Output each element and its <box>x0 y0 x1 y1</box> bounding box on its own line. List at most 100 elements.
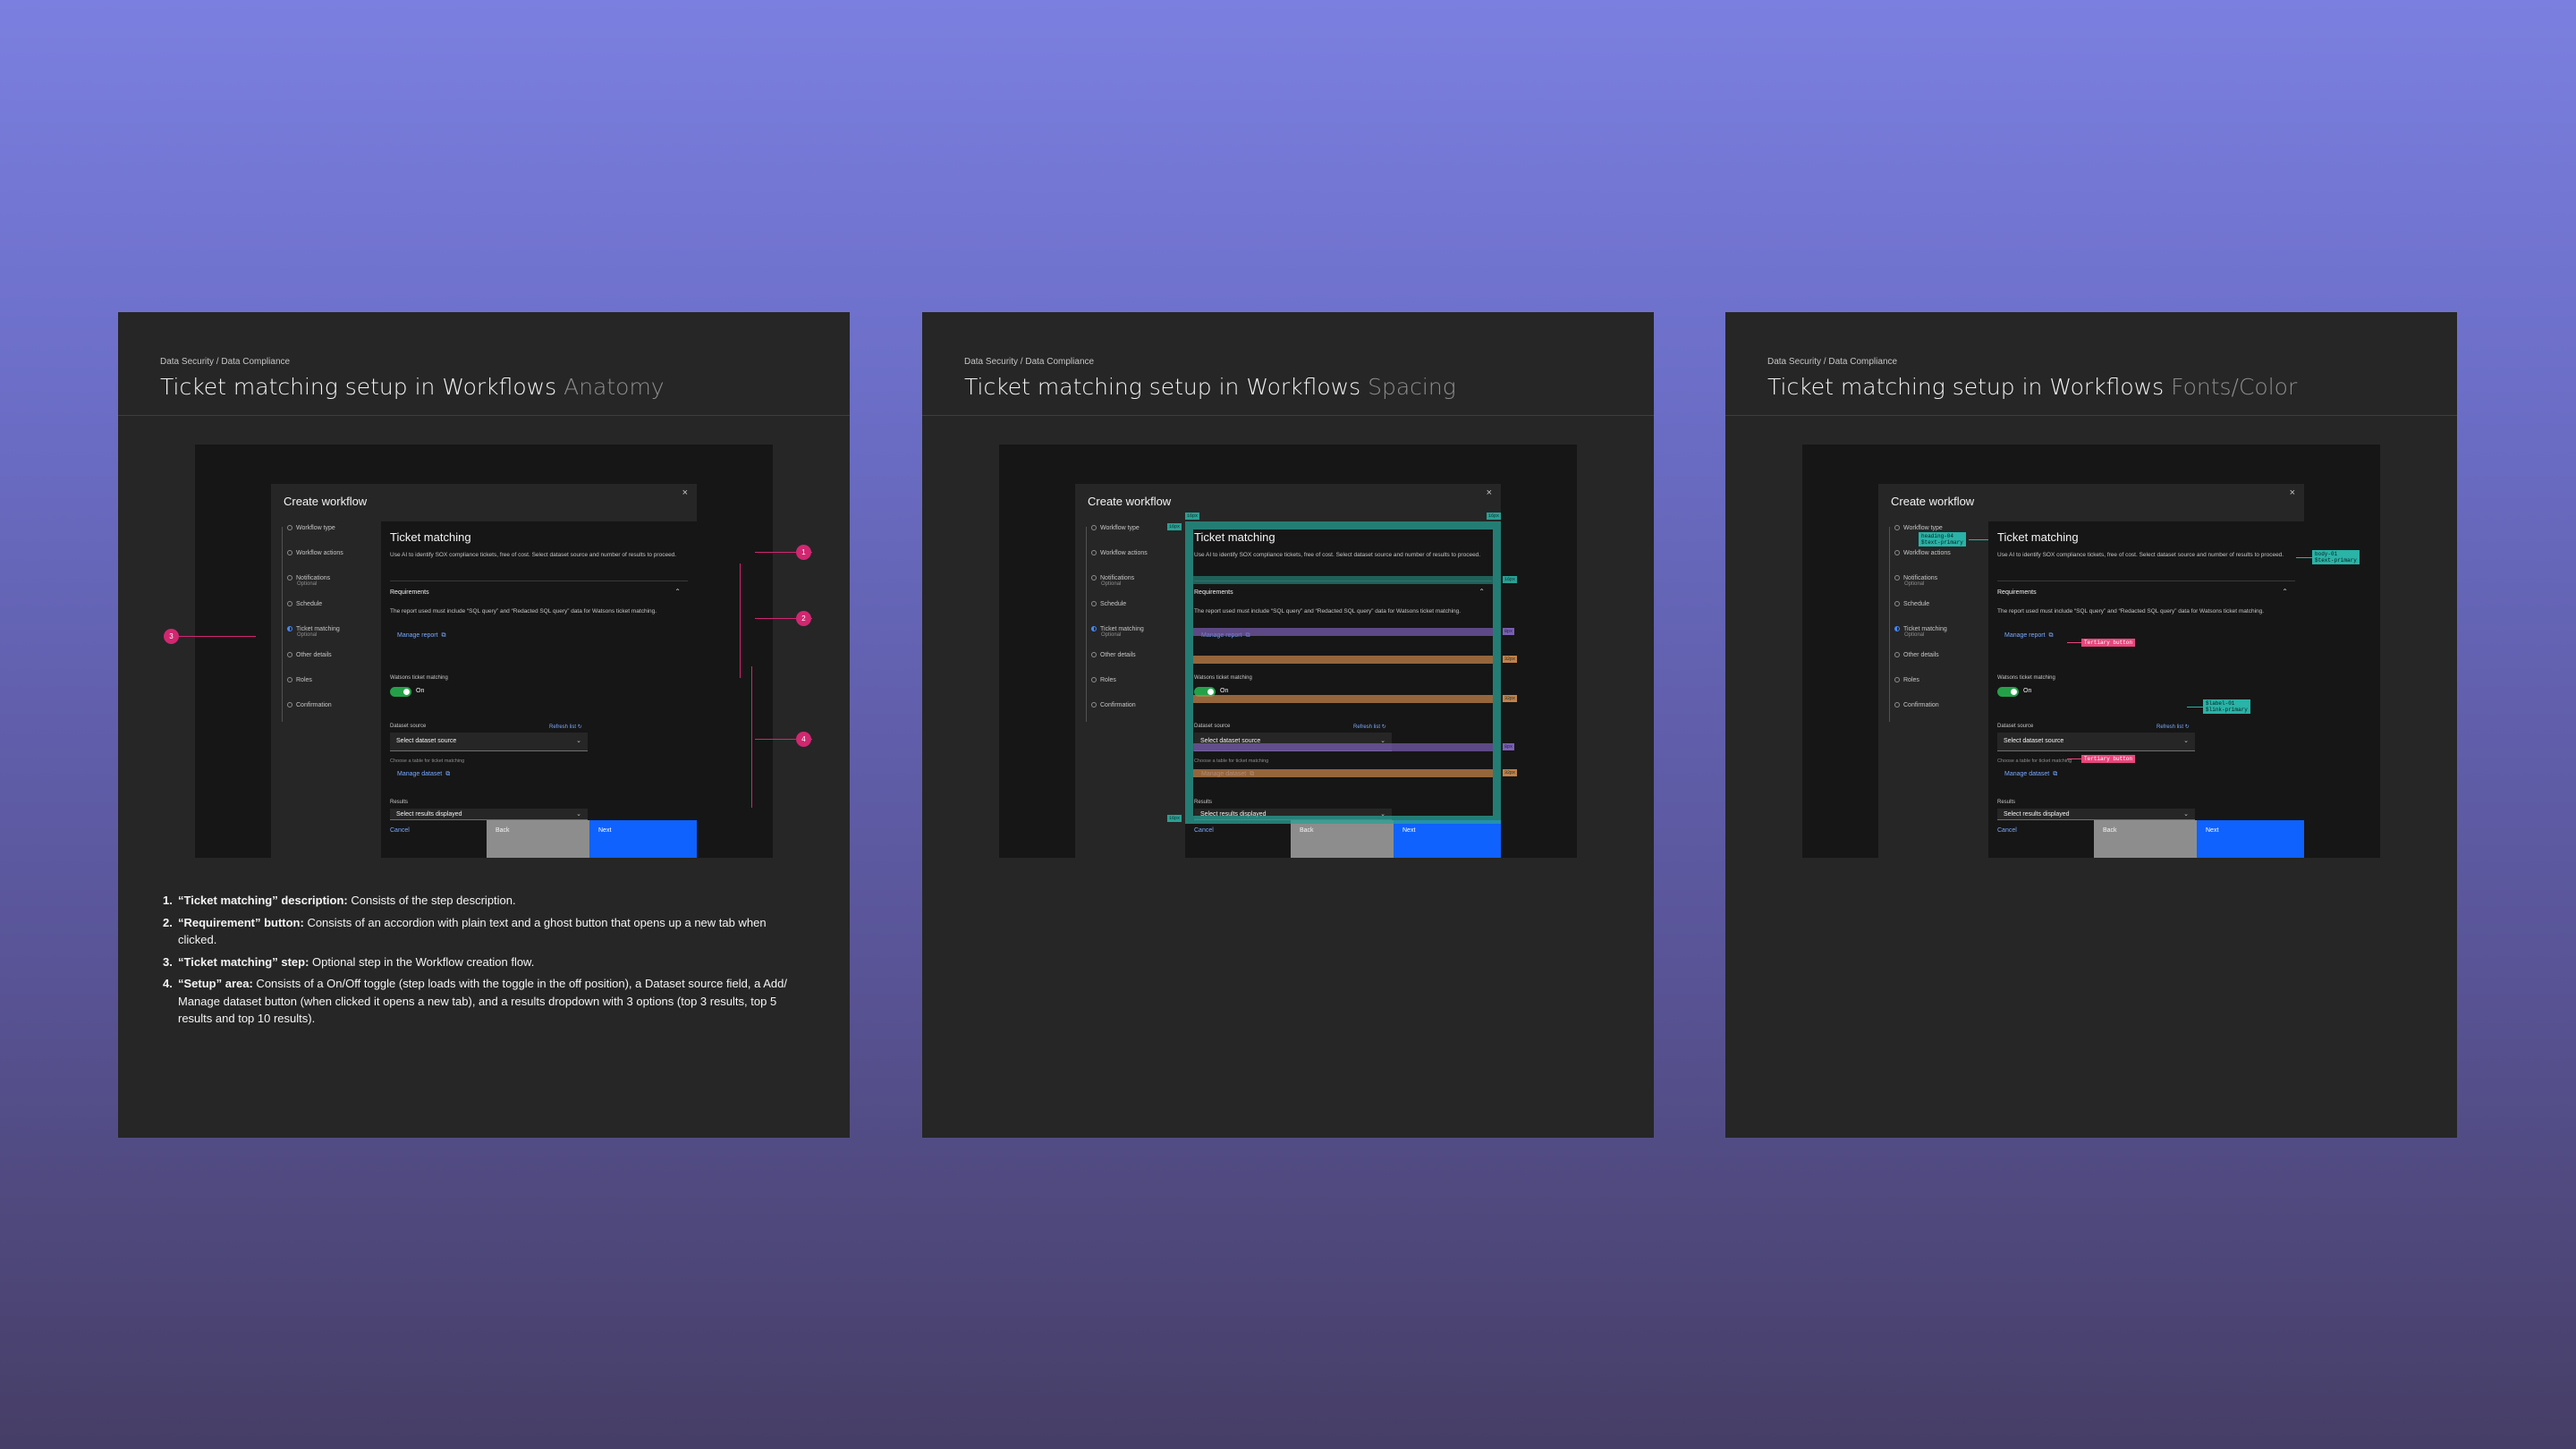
nav-item-other-details[interactable]: Other details <box>1091 652 1136 658</box>
close-icon[interactable]: × <box>682 487 688 498</box>
nav-item-workflow-type[interactable]: Workflow type <box>287 525 335 531</box>
nav-item-workflow-actions[interactable]: Workflow actions <box>287 550 343 556</box>
note-item: 3. “Ticket matching” step: Optional step … <box>163 953 807 971</box>
back-button[interactable]: Back <box>2094 820 2197 858</box>
nav-item-other-details[interactable]: Other details <box>1894 652 1939 658</box>
spacing-tag: 8px <box>1503 628 1515 635</box>
token-line <box>2067 758 2081 759</box>
step-icon <box>287 652 292 658</box>
token-tertiary-button: Tertiary button <box>2081 639 2136 647</box>
card-header: Data Security / Data Compliance Ticket m… <box>1725 312 2457 416</box>
step-panel: Ticket matching Use AI to identify SOX c… <box>381 521 697 820</box>
nav-item-confirmation[interactable]: Confirmation <box>1894 702 1939 708</box>
nav-item-workflow-type[interactable]: Workflow type <box>1894 525 1943 531</box>
ticket-matching-toggle[interactable] <box>390 687 411 697</box>
token-line <box>1969 539 1988 540</box>
title-subtitle: Spacing <box>1368 374 1456 400</box>
button-label: Manage report <box>2004 632 2046 639</box>
close-icon[interactable]: × <box>2290 487 2295 498</box>
back-button[interactable]: Back <box>487 820 589 858</box>
nav-item-ticket-matching[interactable]: Ticket matching Optional <box>287 626 340 638</box>
nav-item-roles[interactable]: Roles <box>1091 677 1116 683</box>
accordion-label[interactable]: Requirements <box>390 589 429 596</box>
next-button[interactable]: Next <box>1394 820 1501 858</box>
refresh-icon: ↻ <box>2184 724 2190 730</box>
nav-label: Schedule <box>296 601 323 607</box>
step-icon <box>1894 652 1900 658</box>
nav-optional: Optional <box>1101 632 1122 638</box>
callout-line <box>751 666 752 808</box>
nav-item-ticket-matching[interactable]: Ticket matching Optional <box>1091 626 1144 638</box>
breadcrumb: Data Security / Data Compliance <box>964 357 1095 367</box>
nav-item-roles[interactable]: Roles <box>287 677 312 683</box>
cancel-button[interactable]: Cancel <box>1988 820 2094 858</box>
spacing-tag: 8px <box>1503 743 1515 750</box>
next-button[interactable]: Next <box>589 820 697 858</box>
nav-item-confirmation[interactable]: Confirmation <box>287 702 332 708</box>
manage-dataset-button[interactable]: Manage dataset⧉ <box>397 771 450 778</box>
dataset-label: Dataset source <box>1997 724 2034 729</box>
token-line <box>2187 707 2203 708</box>
token-body: body-01 $text-primary <box>2312 550 2360 564</box>
refresh-list-button[interactable]: Refresh list ↻ <box>549 724 582 730</box>
nav-label: Notifications <box>1903 575 1938 581</box>
spacing-padding-overlay <box>1185 521 1501 824</box>
note-number: 4. <box>163 977 173 990</box>
chevron-down-icon: ⌄ <box>2183 738 2189 744</box>
modal-title: Create workflow <box>1088 495 1172 508</box>
callout-line <box>740 564 741 678</box>
toggle-state: On <box>416 688 425 694</box>
results-select[interactable]: Select results displayed ⌄ <box>1997 809 2195 820</box>
select-value: Select dataset source <box>2004 738 2064 744</box>
nav-label: Workflow actions <box>1903 550 1951 556</box>
refresh-list-button[interactable]: Refresh list ↻ <box>2157 724 2190 730</box>
accordion-text: The report used must include “SQL query”… <box>1997 608 2265 614</box>
close-icon[interactable]: × <box>1487 487 1492 498</box>
toggle-state: On <box>2023 688 2032 694</box>
manage-report-button[interactable]: Manage report⧉ <box>2004 632 2054 640</box>
nav-item-schedule[interactable]: Schedule <box>1091 601 1126 607</box>
nav-item-confirmation[interactable]: Confirmation <box>1091 702 1136 708</box>
ticket-matching-toggle[interactable] <box>1997 687 2019 697</box>
next-button[interactable]: Next <box>2197 820 2304 858</box>
step-icon <box>1894 601 1900 607</box>
spacing-tag: 16px <box>1487 513 1502 520</box>
nav-optional: Optional <box>1904 632 1925 638</box>
nav-item-roles[interactable]: Roles <box>1894 677 1919 683</box>
nav-item-other-details[interactable]: Other details <box>287 652 332 658</box>
launch-icon: ⧉ <box>445 771 451 777</box>
nav-item-notifications[interactable]: Notifications Optional <box>287 575 330 587</box>
accordion-label[interactable]: Requirements <box>1997 589 2037 596</box>
nav-item-notifications[interactable]: Notifications Optional <box>1091 575 1134 587</box>
nav-item-schedule[interactable]: Schedule <box>287 601 322 607</box>
nav-item-notifications[interactable]: Notifications Optional <box>1894 575 1937 587</box>
step-icon <box>1091 601 1097 607</box>
note-item: 4. “Setup” area: Consists of a On/Off tog… <box>163 975 807 1028</box>
panel-title: Ticket matching <box>1997 530 2079 544</box>
cancel-button[interactable]: Cancel <box>381 820 487 858</box>
manage-dataset-button[interactable]: Manage dataset⧉ <box>2004 771 2057 778</box>
back-button[interactable]: Back <box>1291 820 1394 858</box>
nav-item-ticket-matching[interactable]: Ticket matching Optional <box>1894 626 1947 638</box>
chevron-up-icon[interactable]: ⌃ <box>2282 588 2288 596</box>
results-select[interactable]: Select results displayed ⌄ <box>390 809 588 820</box>
nav-rail <box>282 527 283 722</box>
anatomy-card: Data Security / Data Compliance Ticket m… <box>118 312 850 1138</box>
chevron-up-icon[interactable]: ⌃ <box>674 588 681 596</box>
dataset-select[interactable]: Select dataset source ⌄ <box>1997 733 2195 751</box>
spacing-tag: 32px <box>1503 656 1518 663</box>
nav-item-workflow-actions[interactable]: Workflow actions <box>1091 550 1148 556</box>
launch-icon: ⧉ <box>441 632 446 639</box>
accordion-text: The report used must include “SQL query”… <box>390 608 657 614</box>
nav-label: Confirmation <box>296 702 332 708</box>
step-current-icon <box>287 626 292 632</box>
nav-item-workflow-type[interactable]: Workflow type <box>1091 525 1140 531</box>
manage-report-button[interactable]: Manage report⧉ <box>397 632 446 640</box>
card-header: Data Security / Data Compliance Ticket m… <box>118 312 850 416</box>
nav-item-schedule[interactable]: Schedule <box>1894 601 1929 607</box>
note-text: Consists of the step description. <box>347 894 516 907</box>
nav-label: Other details <box>1100 652 1136 658</box>
nav-item-workflow-actions[interactable]: Workflow actions <box>1894 550 1951 556</box>
dataset-select[interactable]: Select dataset source ⌄ <box>390 733 588 751</box>
cancel-button[interactable]: Cancel <box>1185 820 1291 858</box>
